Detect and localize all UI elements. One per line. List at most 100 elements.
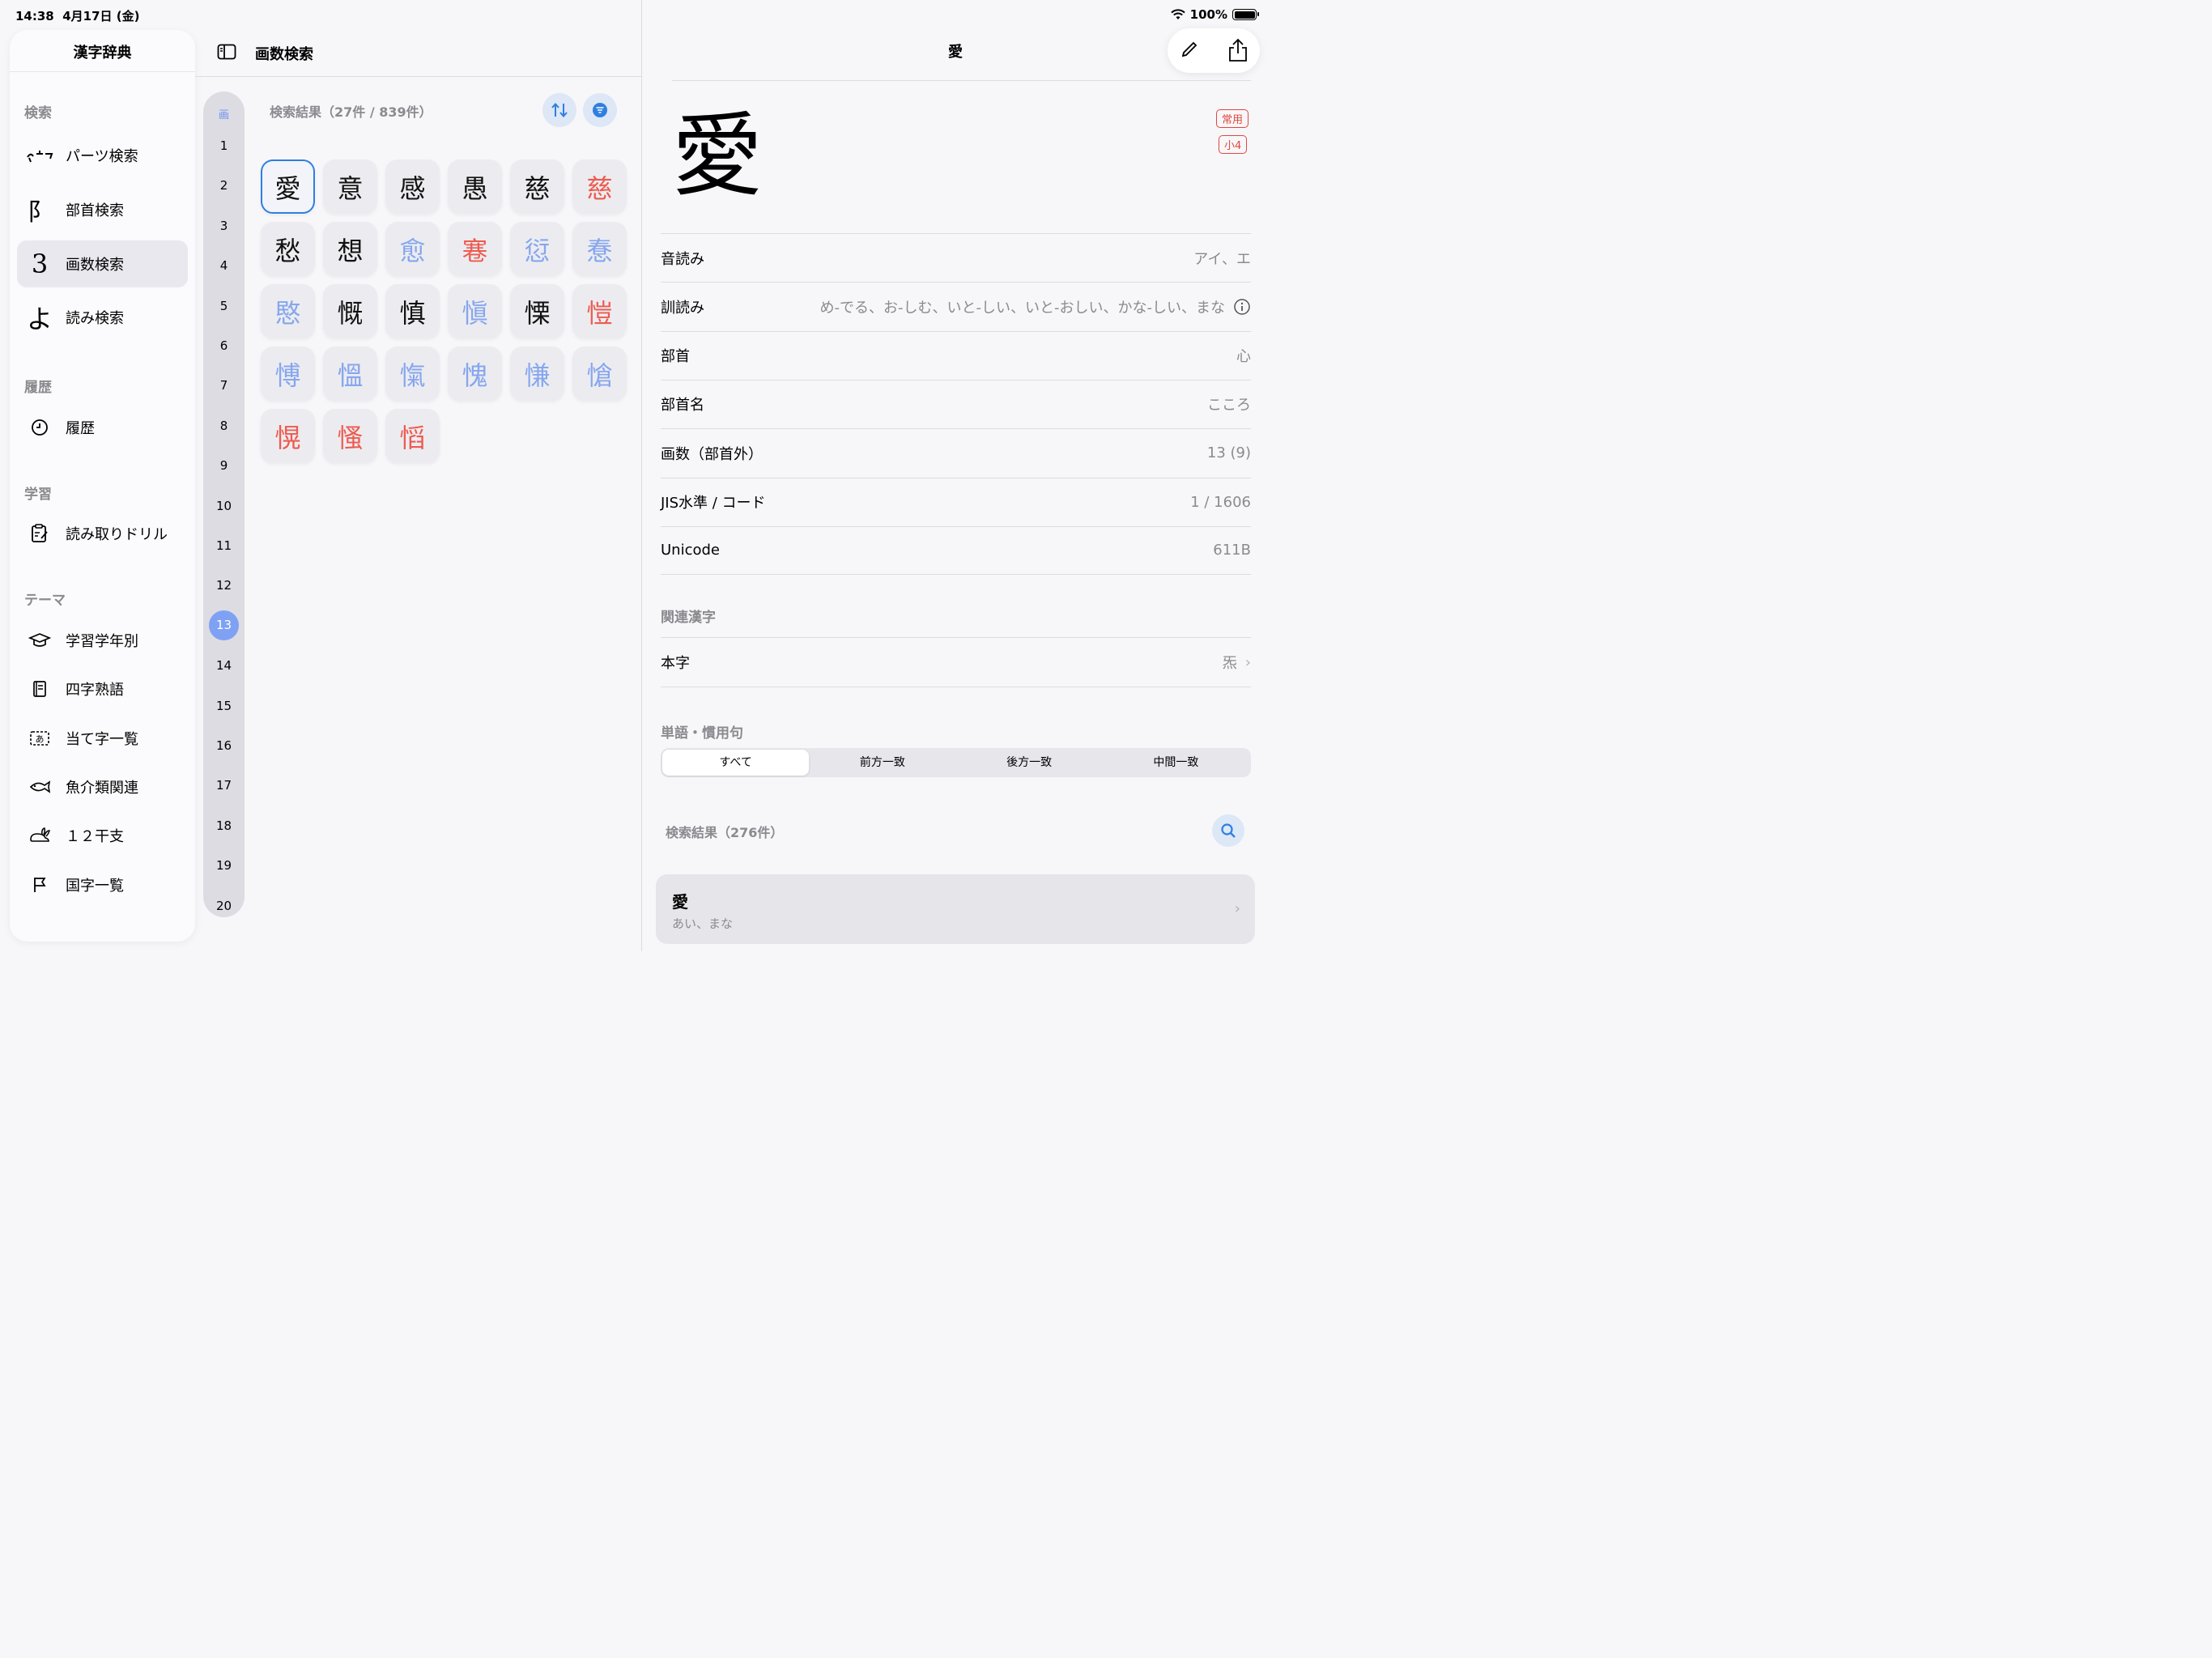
share-button[interactable] <box>1227 38 1249 66</box>
kanji-cell[interactable]: 愧 <box>448 346 502 401</box>
search-icon <box>1221 823 1236 838</box>
detail-header-divider <box>672 80 1251 81</box>
segment-middle[interactable]: 中間一致 <box>1103 750 1249 776</box>
info-icon[interactable] <box>1233 298 1251 316</box>
sidebar-item-ateji[interactable]: あ 当て字一覧 <box>17 719 188 758</box>
kanji-cell[interactable]: 慅 <box>323 409 377 463</box>
clock-icon <box>23 419 56 436</box>
sidebar-toggle-button[interactable] <box>217 44 236 63</box>
sidebar-item-label: 画数検索 <box>66 257 124 274</box>
stroke-index-item[interactable]: 19 <box>203 858 245 873</box>
info-value-wrap: アイ、エ <box>1193 248 1251 269</box>
stroke-index-item[interactable]: 4 <box>203 258 245 273</box>
sidebar: 漢字辞典 検索 パーツ検索 阝 部首検索 3 画数検索 よ 読み検索 履歴 履歴… <box>10 30 195 942</box>
sidebar-item-grade[interactable]: 学習学年別 <box>17 621 188 660</box>
kanji-cell[interactable]: 愼 <box>448 284 502 338</box>
kanji-cell[interactable]: 意 <box>323 159 377 214</box>
stroke-index-item[interactable]: 16 <box>203 738 245 753</box>
stroke-index-item[interactable]: 8 <box>203 419 245 433</box>
stroke-index-item[interactable]: 10 <box>203 499 245 513</box>
stroke-index-item[interactable]: 18 <box>203 818 245 833</box>
flag-icon <box>23 876 56 894</box>
rabbit-icon <box>23 827 56 844</box>
stroke-index-item[interactable]: 2 <box>203 178 245 193</box>
kanji-cell[interactable]: 慈 <box>510 159 564 214</box>
stroke-index-item[interactable]: 17 <box>203 778 245 793</box>
segment-suffix[interactable]: 後方一致 <box>956 750 1103 776</box>
stroke-index-item[interactable]: 20 <box>203 899 245 913</box>
kanji-cell[interactable]: 愷 <box>572 284 627 338</box>
info-row: 部首名 こころ <box>661 379 1251 428</box>
related-value: 炁 <box>1222 655 1237 672</box>
section-theme: テーマ <box>24 593 66 609</box>
word-list-item[interactable]: 愛 あい、まな › <box>656 874 1255 944</box>
info-value-wrap: こころ <box>1207 393 1251 414</box>
kanji-cell[interactable]: 寋 <box>448 222 502 276</box>
info-value-wrap: 1 / 1606 <box>1190 494 1251 511</box>
stroke-index-item[interactable]: 7 <box>203 378 245 393</box>
sidebar-item-parts-search[interactable]: パーツ検索 <box>17 132 188 179</box>
middle-title: 画数検索 <box>255 46 313 63</box>
stroke-index-bar[interactable]: 画 1 2 3 4 5 6 7 8 9 10 11 12 13 14 15 16 17 18 19 20 <box>203 91 245 917</box>
sidebar-item-reading-drill[interactable]: 読み取りドリル <box>17 514 188 553</box>
stroke-index-item[interactable]: 15 <box>203 699 245 713</box>
info-row: 部首 心 <box>661 330 1251 380</box>
share-icon <box>1229 38 1247 62</box>
kanji-cell[interactable]: 愛 <box>261 159 315 214</box>
sidebar-item-stroke-search[interactable]: 3 画数検索 <box>17 240 188 287</box>
kanji-cell[interactable]: 慊 <box>510 346 564 401</box>
middle-divider <box>195 76 641 77</box>
stroke-index-item[interactable]: 1 <box>203 138 245 153</box>
sidebar-item-label: 部首検索 <box>66 202 124 219</box>
related-kanji-row[interactable]: 本字 炁 › <box>661 637 1251 687</box>
sidebar-item-reading-search[interactable]: よ 読み検索 <box>17 294 188 341</box>
stroke-index-item[interactable]: 13 <box>209 610 239 641</box>
chevron-right-icon: › <box>1244 653 1251 671</box>
info-key: 訓読み <box>661 299 704 317</box>
stroke-index-item[interactable]: 5 <box>203 299 245 313</box>
kanji-cell[interactable]: 愆 <box>510 222 564 276</box>
kanji-cell[interactable]: 慄 <box>510 284 564 338</box>
stroke-index-item[interactable]: 3 <box>203 219 245 233</box>
kanji-cell[interactable]: 愽 <box>261 346 315 401</box>
kanji-cell[interactable]: 愴 <box>572 346 627 401</box>
kanji-cell[interactable]: 惷 <box>572 222 627 276</box>
words-search-button[interactable] <box>1212 814 1244 847</box>
segment-prefix[interactable]: 前方一致 <box>809 750 955 776</box>
segment-all[interactable]: すべて <box>662 750 810 776</box>
kanji-cell[interactable]: 慆 <box>385 409 440 463</box>
stroke-index-item[interactable]: 14 <box>203 658 245 673</box>
stroke-index-item[interactable]: 11 <box>203 538 245 553</box>
stroke-index-item[interactable]: 12 <box>203 578 245 593</box>
sidebar-item-history[interactable]: 履歴 <box>17 408 188 447</box>
sidebar-item-label: パーツ検索 <box>66 148 138 165</box>
edit-button[interactable] <box>1180 40 1199 62</box>
kanji-cell[interactable]: 慈 <box>572 159 627 214</box>
sidebar-item-seafood[interactable]: 魚介類関連 <box>17 767 188 806</box>
filter-button[interactable] <box>583 93 617 127</box>
kanji-cell[interactable]: 感 <box>385 159 440 214</box>
sort-button[interactable] <box>542 93 576 127</box>
sidebar-item-radical-search[interactable]: 阝 部首検索 <box>17 186 188 233</box>
sidebar-divider <box>10 71 195 72</box>
info-row: 画数（部首外） 13 (9) <box>661 428 1251 477</box>
stroke-index-item[interactable]: 9 <box>203 458 245 473</box>
kanji-cell[interactable]: 愈 <box>385 222 440 276</box>
kanji-cell[interactable]: 慎 <box>385 284 440 338</box>
svg-text:あ: あ <box>36 734 45 745</box>
status-right: 100% <box>1170 7 1259 22</box>
kanji-cell[interactable]: 慍 <box>323 346 377 401</box>
kanji-cell[interactable]: 慨 <box>323 284 377 338</box>
kanji-cell[interactable]: 愰 <box>261 409 315 463</box>
info-value: アイ、エ <box>1193 250 1251 268</box>
stroke-index-item[interactable]: 6 <box>203 338 245 353</box>
kanji-cell[interactable]: 愾 <box>385 346 440 401</box>
kanji-cell[interactable]: 愍 <box>261 284 315 338</box>
sidebar-item-kokuji[interactable]: 国字一覧 <box>17 865 188 904</box>
kanji-cell[interactable]: 愁 <box>261 222 315 276</box>
sidebar-item-yojijukugo[interactable]: 四字熟語 <box>17 670 188 708</box>
kanji-cell[interactable]: 想 <box>323 222 377 276</box>
sidebar-item-zodiac[interactable]: １２干支 <box>17 816 188 855</box>
kanji-cell[interactable]: 愚 <box>448 159 502 214</box>
section-history: 履歴 <box>24 380 52 396</box>
